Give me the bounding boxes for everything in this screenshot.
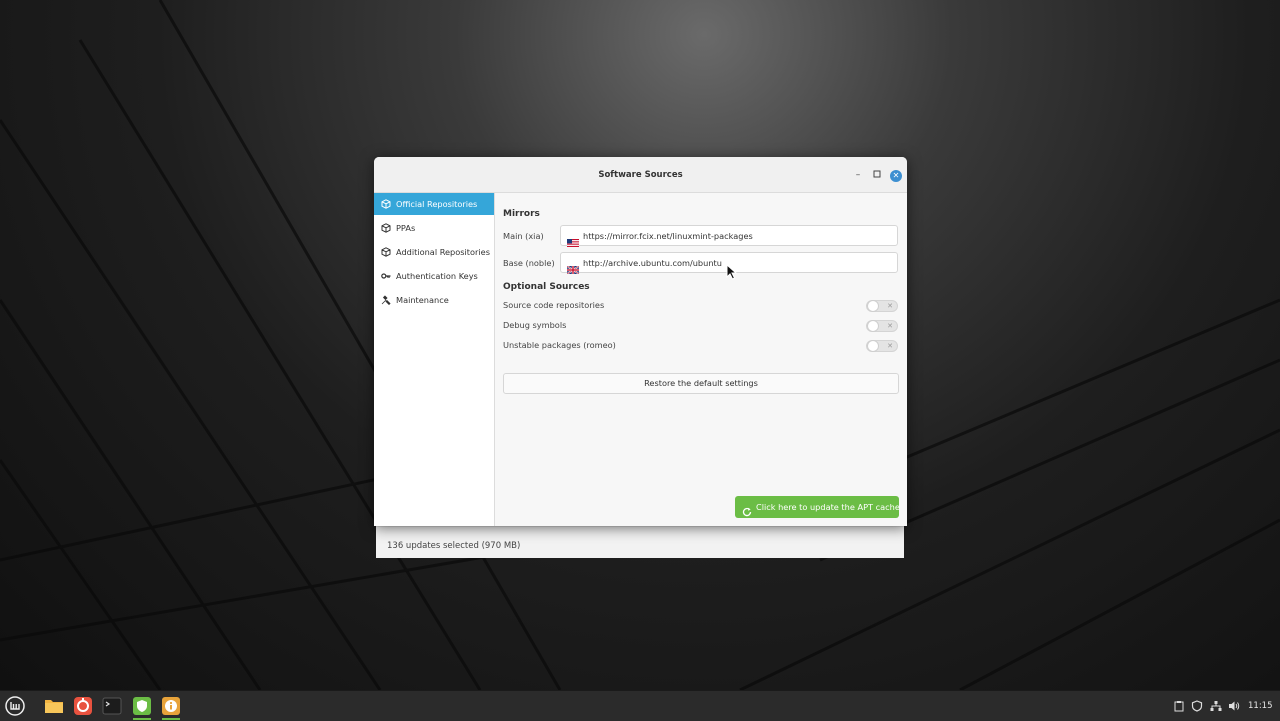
sidebar-item-official-repositories[interactable]: Official Repositories <box>374 193 494 215</box>
close-button[interactable]: ✕ <box>890 170 902 182</box>
minimize-button[interactable]: – <box>853 170 863 180</box>
clock[interactable]: 11:15 <box>1248 701 1273 711</box>
sidebar-item-label: Authentication Keys <box>396 271 478 281</box>
firefox-launcher[interactable] <box>72 695 94 717</box>
restore-defaults-button[interactable]: Restore the default settings <box>503 373 899 394</box>
terminal-launcher[interactable] <box>101 695 123 717</box>
toggle-off-icon: ✕ <box>887 322 893 330</box>
toggle-off-icon: ✕ <box>887 302 893 310</box>
window-title: Software Sources <box>598 170 683 180</box>
sidebar: Official Repositories PPAs Additional Re… <box>374 193 495 526</box>
unstable-packages-label: Unstable packages (romeo) <box>503 340 616 350</box>
package-icon <box>381 199 391 209</box>
sidebar-item-maintenance[interactable]: Maintenance <box>374 289 494 311</box>
sidebar-item-label: Official Repositories <box>396 199 478 209</box>
base-mirror-url: http://archive.ubuntu.com/ubuntu <box>583 257 722 268</box>
clipboard-icon[interactable] <box>1173 700 1185 712</box>
uk-flag-icon <box>566 259 580 275</box>
unstable-packages-toggle[interactable]: ✕ <box>866 340 898 352</box>
package-icon <box>381 223 391 233</box>
tools-icon <box>381 295 391 305</box>
update-manager-window: 136 updates selected (970 MB) <box>376 526 904 558</box>
key-icon <box>381 271 391 281</box>
sidebar-item-additional-repositories[interactable]: Additional Repositories <box>374 241 494 263</box>
network-icon[interactable] <box>1210 700 1222 712</box>
source-code-label: Source code repositories <box>503 300 605 310</box>
optional-sources-heading: Optional Sources <box>503 282 590 292</box>
volume-icon[interactable] <box>1228 700 1240 712</box>
updates-status: 136 updates selected (970 MB) <box>387 541 521 551</box>
toggle-knob <box>867 320 879 332</box>
toggle-knob <box>867 300 879 312</box>
us-flag-icon <box>567 232 579 247</box>
taskbar: 11:15 <box>0 690 1280 721</box>
debug-symbols-label: Debug symbols <box>503 320 567 330</box>
sidebar-item-label: Additional Repositories <box>396 247 490 257</box>
main-mirror-button[interactable]: https://mirror.fcix.net/linuxmint-packag… <box>560 225 898 247</box>
sidebar-item-authentication-keys[interactable]: Authentication Keys <box>374 265 494 287</box>
package-icon <box>381 247 391 257</box>
update-apt-cache-button[interactable]: Click here to update the APT cache <box>735 496 900 518</box>
official-repositories-page: Mirrors Main (xia) https://mirror.fcix.n… <box>495 193 907 526</box>
main-mirror-label: Main (xia) <box>503 231 544 241</box>
sidebar-item-label: PPAs <box>396 223 416 233</box>
software-sources-dialog: Software Sources – ✕ Official Repositori… <box>374 157 907 526</box>
main-mirror-url: https://mirror.fcix.net/linuxmint-packag… <box>583 230 753 241</box>
sidebar-item-label: Maintenance <box>396 295 449 305</box>
update-apt-cache-label: Click here to update the APT cache <box>756 502 900 512</box>
mouse-pointer-icon <box>726 263 738 284</box>
base-mirror-label: Base (noble) <box>503 258 555 268</box>
toggle-off-icon: ✕ <box>887 342 893 350</box>
file-manager-launcher[interactable] <box>43 695 65 717</box>
maximize-button[interactable] <box>872 170 882 180</box>
mirrors-heading: Mirrors <box>503 209 540 219</box>
source-code-toggle[interactable]: ✕ <box>866 300 898 312</box>
software-sources-launcher[interactable] <box>160 695 182 720</box>
update-manager-launcher[interactable] <box>131 695 153 720</box>
debug-symbols-toggle[interactable]: ✕ <box>866 320 898 332</box>
mint-menu-button[interactable] <box>4 695 26 717</box>
sidebar-item-ppas[interactable]: PPAs <box>374 217 494 239</box>
shield-icon[interactable] <box>1191 700 1203 712</box>
refresh-icon <box>742 502 752 517</box>
titlebar[interactable]: Software Sources – ✕ <box>374 157 907 193</box>
toggle-knob <box>867 340 879 352</box>
